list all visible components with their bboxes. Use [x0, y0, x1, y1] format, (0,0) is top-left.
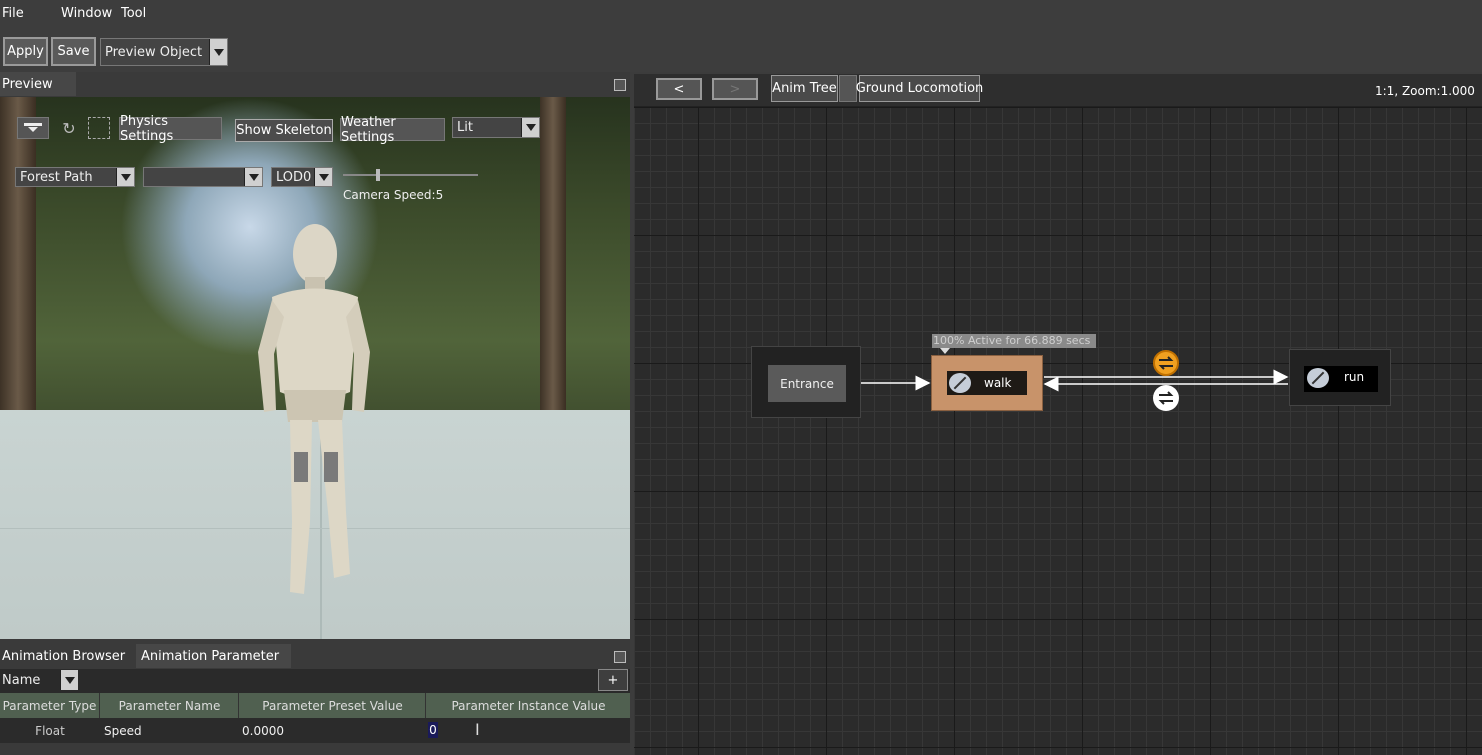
- main-toolbar: Apply Save Preview Object: [0, 30, 1482, 72]
- cell-parameter-type: Float: [35, 723, 65, 738]
- breadcrumb-anim-tree[interactable]: Anim Tree: [771, 75, 838, 102]
- lod-select[interactable]: LOD0: [271, 167, 333, 187]
- tab-animation-parameter-label: Animation Parameter: [141, 648, 280, 664]
- preview-object-label: Preview Object: [105, 44, 203, 60]
- chevron-down-icon: [244, 168, 262, 186]
- shading-mode-select[interactable]: Lit: [452, 117, 540, 138]
- forward-button[interactable]: >: [712, 78, 758, 100]
- cell-preset-value[interactable]: 0.0000: [242, 718, 422, 743]
- tab-preview[interactable]: Preview: [0, 72, 76, 96]
- character-model: [258, 224, 370, 594]
- menu-window[interactable]: Window: [61, 6, 112, 21]
- scene-label: Forest Path: [20, 169, 93, 185]
- breadcrumb-ground-locomotion[interactable]: Ground Locomotion: [856, 75, 983, 102]
- preview-viewport[interactable]: ↻ Physics Settings Show Skeleton Weather…: [0, 97, 630, 639]
- save-button[interactable]: Save: [51, 37, 96, 66]
- preview-panel-header: Preview: [0, 72, 630, 97]
- physics-settings-button[interactable]: Physics Settings: [119, 114, 222, 144]
- bottom-tabs: Animation Browser Animation Parameter: [0, 644, 630, 668]
- table-row[interactable]: Float Speed 0.0000 0 I: [0, 718, 630, 743]
- chevron-down-icon: [116, 168, 134, 186]
- tab-animation-parameter[interactable]: Animation Parameter: [136, 644, 291, 668]
- camera-speed-slider[interactable]: [343, 169, 478, 181]
- column-header[interactable]: Parameter Name: [101, 693, 239, 718]
- chevron-down-icon: [209, 39, 227, 65]
- tab-animation-browser[interactable]: Animation Browser: [0, 644, 134, 668]
- back-button[interactable]: <: [656, 78, 702, 100]
- pin-icon[interactable]: [614, 651, 626, 663]
- scene-select[interactable]: Forest Path: [15, 167, 135, 187]
- tab-preview-label: Preview: [2, 76, 53, 92]
- menu-tool[interactable]: Tool: [121, 6, 146, 21]
- chevron-down-icon: [314, 168, 332, 186]
- menu-bar: File Window Tool: [0, 0, 1482, 30]
- menu-file[interactable]: File: [2, 6, 24, 21]
- column-header[interactable]: Parameter Instance Value: [427, 693, 630, 718]
- table-footer: [0, 743, 630, 755]
- transition-idle-icon[interactable]: [1153, 385, 1179, 411]
- filter-field-select[interactable]: Name: [0, 670, 78, 690]
- apply-button[interactable]: Apply: [3, 37, 48, 66]
- camera-menu-icon[interactable]: [17, 117, 49, 139]
- refresh-icon[interactable]: ↻: [58, 117, 80, 139]
- chevron-down-icon: [521, 118, 539, 137]
- cell-instance-value[interactable]: 0: [428, 722, 438, 738]
- column-header[interactable]: Parameter Preset Value: [240, 693, 426, 718]
- text-cursor-icon: I: [475, 720, 480, 739]
- tree-trunk: [0, 97, 36, 410]
- cell-parameter-name[interactable]: Speed: [104, 718, 234, 743]
- add-parameter-button[interactable]: +: [598, 669, 628, 691]
- column-header[interactable]: Parameter Type: [0, 693, 100, 718]
- transition-active-icon[interactable]: [1153, 350, 1179, 376]
- transition-lines: [861, 369, 1289, 392]
- graph-header: < > Anim Tree Ground Locomotion 1:1, Zoo…: [634, 74, 1482, 107]
- preview-object-select[interactable]: Preview Object: [100, 38, 228, 66]
- secondary-select[interactable]: [143, 167, 263, 187]
- pin-icon[interactable]: [614, 79, 626, 91]
- shading-mode-label: Lit: [457, 120, 473, 135]
- zoom-readout: 1:1, Zoom:1.000: [1375, 84, 1475, 98]
- show-skeleton-button[interactable]: Show Skeleton: [235, 119, 333, 142]
- tab-animation-browser-label: Animation Browser: [2, 648, 126, 664]
- breadcrumb-separator: [839, 75, 857, 102]
- frame-selection-icon[interactable]: [88, 117, 110, 139]
- chevron-down-icon: [60, 670, 78, 690]
- bottom-panel: Animation Browser Animation Parameter Na…: [0, 639, 630, 755]
- weather-settings-button[interactable]: Weather Settings: [340, 115, 445, 145]
- tree-trunk: [540, 97, 566, 410]
- filter-label: Name: [2, 672, 41, 688]
- filter-bar: Name +: [0, 669, 630, 693]
- lod-label: LOD0: [276, 169, 312, 185]
- slider-handle[interactable]: [376, 169, 380, 181]
- camera-speed-label: Camera Speed:5: [343, 188, 444, 202]
- table-header: Parameter Type Parameter Name Parameter …: [0, 693, 630, 718]
